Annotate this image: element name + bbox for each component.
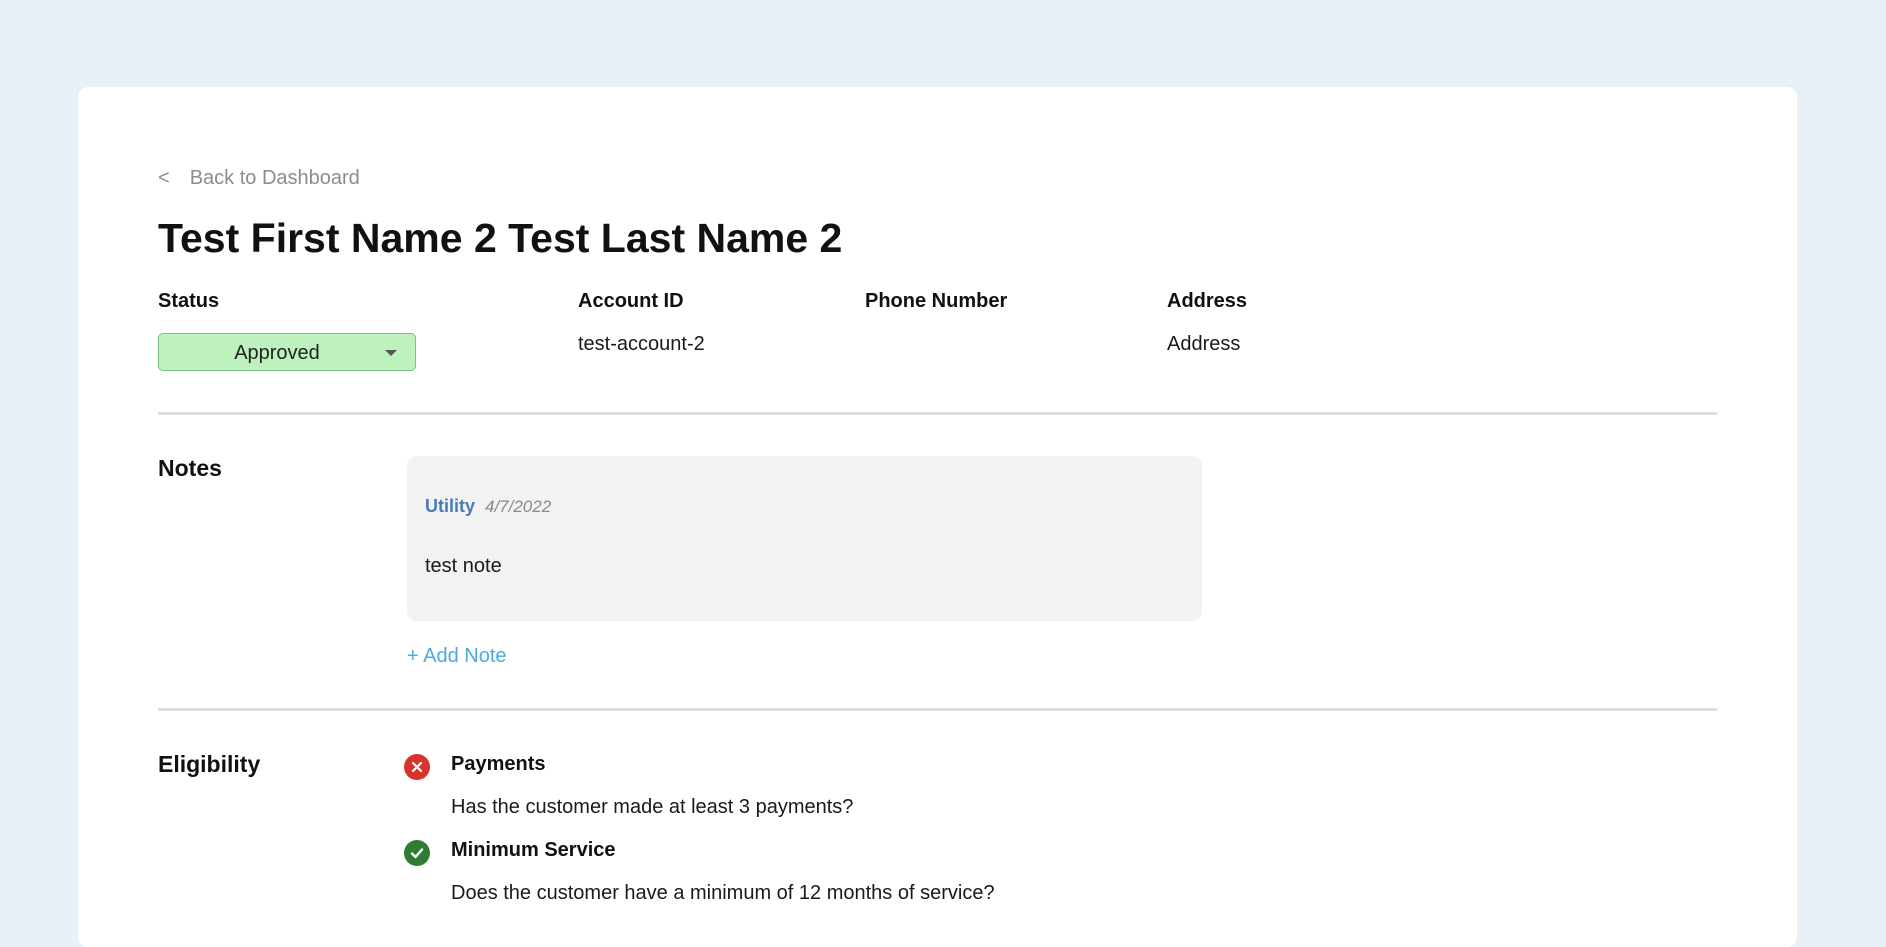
note-text: test note bbox=[425, 555, 502, 577]
divider bbox=[158, 708, 1717, 711]
note-card: Utility 4/7/2022 test note bbox=[407, 456, 1202, 621]
divider bbox=[158, 412, 1717, 415]
account-id-value: test-account-2 bbox=[578, 333, 705, 355]
account-id-label: Account ID bbox=[578, 290, 684, 312]
eligibility-item-title: Minimum Service bbox=[451, 839, 616, 861]
status-dropdown-value: Approved bbox=[234, 342, 320, 364]
address-value: Address bbox=[1167, 333, 1241, 355]
chevron-down-icon bbox=[385, 350, 397, 356]
chevron-left-icon: < bbox=[158, 167, 170, 189]
eligibility-section-title: Eligibility bbox=[158, 751, 261, 777]
eligibility-item-description: Has the customer made at least 3 payment… bbox=[451, 796, 854, 818]
add-note-link[interactable]: + Add Note bbox=[407, 645, 507, 668]
eligibility-item-title: Payments bbox=[451, 753, 546, 775]
check-circle-icon bbox=[404, 840, 430, 866]
back-link-label: Back to Dashboard bbox=[189, 167, 360, 189]
page-title: Test First Name 2 Test Last Name 2 bbox=[158, 215, 843, 261]
notes-section-title: Notes bbox=[158, 455, 222, 481]
customer-detail-card: < Back to Dashboard Test First Name 2 Te… bbox=[78, 87, 1797, 947]
status-dropdown[interactable]: Approved bbox=[158, 333, 416, 371]
address-label: Address bbox=[1167, 290, 1248, 312]
note-date: 4/7/2022 bbox=[485, 497, 552, 516]
status-label: Status bbox=[158, 290, 220, 312]
x-circle-icon bbox=[404, 754, 430, 780]
back-to-dashboard-link[interactable]: < Back to Dashboard bbox=[158, 167, 360, 190]
eligibility-item-description: Does the customer have a minimum of 12 m… bbox=[451, 882, 995, 904]
note-category: Utility bbox=[425, 496, 476, 516]
phone-number-label: Phone Number bbox=[865, 290, 1008, 312]
